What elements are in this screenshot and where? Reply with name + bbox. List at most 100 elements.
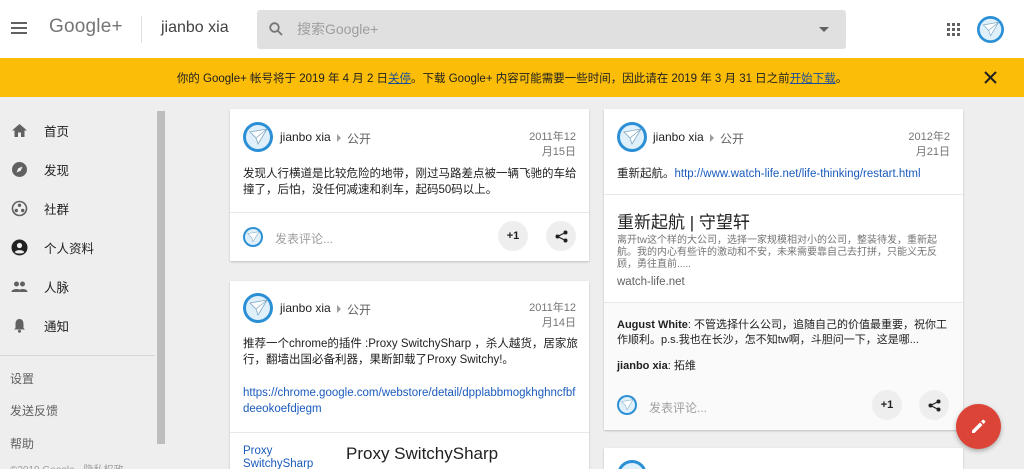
link-preview-description[interactable]: 离开tw这个样的大公司，选择一家规模相对小的公司，整装待发，重新起航。我的内心有… (617, 235, 952, 271)
banner-text-3: 。 (835, 72, 848, 85)
comment-input[interactable]: 发表评论... (649, 399, 707, 416)
post-date[interactable]: 2011年12 月14日 (529, 301, 576, 331)
commenter-avatar (243, 227, 263, 247)
sidebar-divider (0, 355, 155, 356)
sidebar-footer: ©2019 Google · 隐私权政 (10, 461, 124, 469)
post-date-line1: 2012年2 (908, 131, 950, 143)
link-preview-image[interactable]: Proxy SwitchySharp (243, 445, 328, 469)
author-name[interactable]: jianbo xia (280, 301, 331, 315)
post-date-line2: 月21日 (915, 146, 950, 158)
post-text-prefix: 重新起航。 (617, 168, 675, 180)
comment-text: : 拓维 (667, 360, 696, 372)
post-date-line1: 2011年12 (529, 131, 576, 143)
close-icon[interactable] (984, 71, 997, 84)
post-visibility[interactable]: 公开 (720, 130, 744, 147)
sidebar-item-people[interactable]: 人脉 (0, 267, 155, 306)
communities-icon (11, 200, 28, 217)
search-dropdown-icon[interactable] (819, 27, 829, 32)
share-button[interactable] (546, 221, 576, 251)
pencil-icon (972, 419, 986, 433)
link-preview-title[interactable]: Proxy SwitchySharp (346, 444, 498, 464)
sidebar-item-label: 人脉 (44, 281, 70, 295)
header-divider (141, 16, 142, 43)
arrow-right-icon (710, 134, 714, 142)
post-card (604, 448, 963, 469)
comment: August White: 不管选择什么公司，追随自己的价值最重要，祝你工作顺利… (617, 318, 952, 348)
shutdown-link[interactable]: 关停 (388, 70, 411, 86)
sidebar-item-label: 社群 (44, 203, 70, 217)
settings-link[interactable]: 设置 (10, 370, 34, 387)
compass-icon (12, 162, 27, 177)
post-card: jianbo xia 公开 2011年12 月14日 推荐一个chrome的插件… (230, 281, 589, 469)
post-date[interactable]: 2012年2 月21日 (908, 130, 950, 160)
sidebar-scrollbar[interactable] (157, 111, 165, 444)
search-icon (269, 22, 283, 36)
share-button[interactable] (919, 390, 949, 420)
search-box[interactable] (257, 10, 846, 49)
plus-one-button[interactable]: +1 (872, 390, 902, 420)
commenter-avatar (617, 395, 637, 415)
comment: jianbo xia: 拓维 (617, 359, 952, 374)
post-card: jianbo xia 公开 2011年12 月15日 发现人行横道是比较危险的地… (230, 109, 589, 261)
post-date[interactable]: 2011年12 月15日 (529, 130, 576, 160)
search-input[interactable] (297, 19, 797, 39)
start-download-link[interactable]: 开始下载 (790, 70, 836, 86)
author-avatar[interactable] (243, 293, 273, 323)
profile-icon (11, 239, 28, 256)
card-divider (230, 212, 589, 213)
link-preview-title[interactable]: 重新起航 | 守望轩 (617, 208, 750, 233)
banner-text-2: 。下载 Google+ 内容可能需要一些时间，因此请在 2019 年 3 月 3… (411, 72, 790, 85)
send-feedback-link[interactable]: 发送反馈 (10, 402, 58, 419)
author-name[interactable]: jianbo xia (280, 130, 331, 144)
post-date-line2: 月15日 (541, 146, 576, 158)
sidebar-item-notifications[interactable]: 通知 (0, 306, 155, 345)
sidebar-item-profile[interactable]: 个人资料 (0, 228, 155, 267)
account-avatar[interactable] (977, 16, 1004, 43)
help-link[interactable]: 帮助 (10, 435, 34, 452)
share-icon (928, 399, 940, 411)
author-avatar[interactable] (617, 122, 647, 152)
sidebar-item-label: 个人资料 (44, 242, 95, 256)
sidebar: 首页 发现 社群 个人资料 人脉 通知 设置 发送反馈 帮助 ©2019 Goo… (0, 97, 170, 469)
post-date-line1: 2011年12 (529, 302, 576, 314)
share-icon (555, 230, 567, 242)
card-divider (230, 432, 589, 433)
people-icon (11, 281, 28, 292)
author-avatar[interactable] (617, 460, 647, 469)
plus-one-button[interactable]: +1 (498, 221, 528, 251)
post-visibility[interactable]: 公开 (347, 130, 371, 147)
comment-input[interactable]: 发表评论... (275, 230, 333, 247)
menu-icon[interactable] (11, 22, 27, 35)
post-visibility[interactable]: 公开 (347, 301, 371, 318)
sidebar-item-discover[interactable]: 发现 (0, 150, 155, 189)
shutdown-notice-banner: 你的 Google+ 帐号将于 2019 年 4 月 2 日关停 。下载 Goog… (0, 58, 1024, 97)
post-text: 发现人行横道是比较危险的地带，刚过马路差点被一辆飞驰的车给撞了，后怕，没任何减速… (243, 168, 577, 196)
google-plus-logo[interactable]: Google+ (49, 16, 123, 38)
apps-grid-icon[interactable] (947, 23, 960, 36)
sidebar-item-label: 发现 (44, 164, 70, 178)
page-title: jianbo xia (161, 19, 229, 36)
post-text: 推荐一个chrome的插件 :Proxy SwitchySharp ，杀人越货，… (243, 338, 578, 366)
top-bar: Google+ jianbo xia (0, 0, 1024, 58)
post-text: 重新起航。http://www.watch-life.net/life-thin… (617, 166, 952, 182)
comment-author[interactable]: jianbo xia (617, 360, 668, 372)
home-icon (12, 124, 27, 137)
bell-icon (14, 319, 25, 333)
link-preview-domain[interactable]: watch-life.net (617, 276, 685, 288)
new-post-button[interactable] (956, 404, 1001, 449)
post-date-line2: 月14日 (541, 317, 576, 329)
arrow-right-icon (337, 305, 341, 313)
post-url-link[interactable]: http://www.watch-life.net/life-thinking/… (675, 168, 921, 180)
author-name[interactable]: jianbo xia (653, 130, 704, 144)
sidebar-item-communities[interactable]: 社群 (0, 189, 155, 228)
sidebar-item-label: 首页 (44, 125, 70, 139)
comment-author[interactable]: August White (617, 319, 688, 331)
author-avatar[interactable] (243, 122, 273, 152)
sidebar-item-label: 通知 (44, 320, 70, 334)
card-divider (604, 302, 963, 303)
post-url-link[interactable]: https://chrome.google.com/webstore/detai… (243, 385, 578, 417)
banner-text-1: 你的 Google+ 帐号将于 2019 年 4 月 2 日 (176, 72, 389, 85)
post-card: jianbo xia 公开 2012年2 月21日 重新起航。http://ww… (604, 109, 963, 430)
card-divider (604, 194, 963, 195)
sidebar-item-home[interactable]: 首页 (0, 111, 155, 150)
